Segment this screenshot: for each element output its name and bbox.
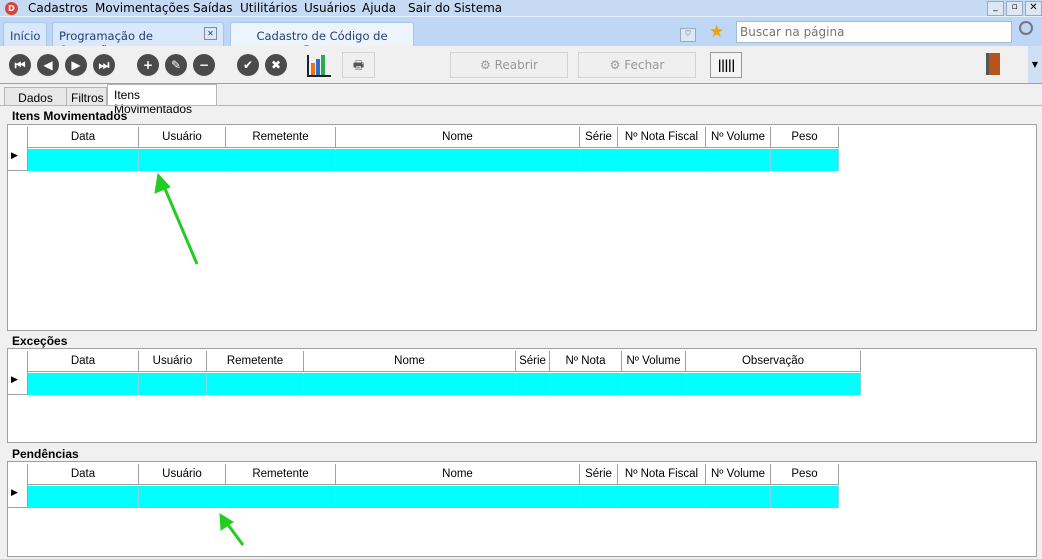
arrow-annotation-1	[154, 172, 199, 265]
annotation-arrows	[154, 172, 245, 546]
arrow-annotation-2	[219, 513, 245, 546]
